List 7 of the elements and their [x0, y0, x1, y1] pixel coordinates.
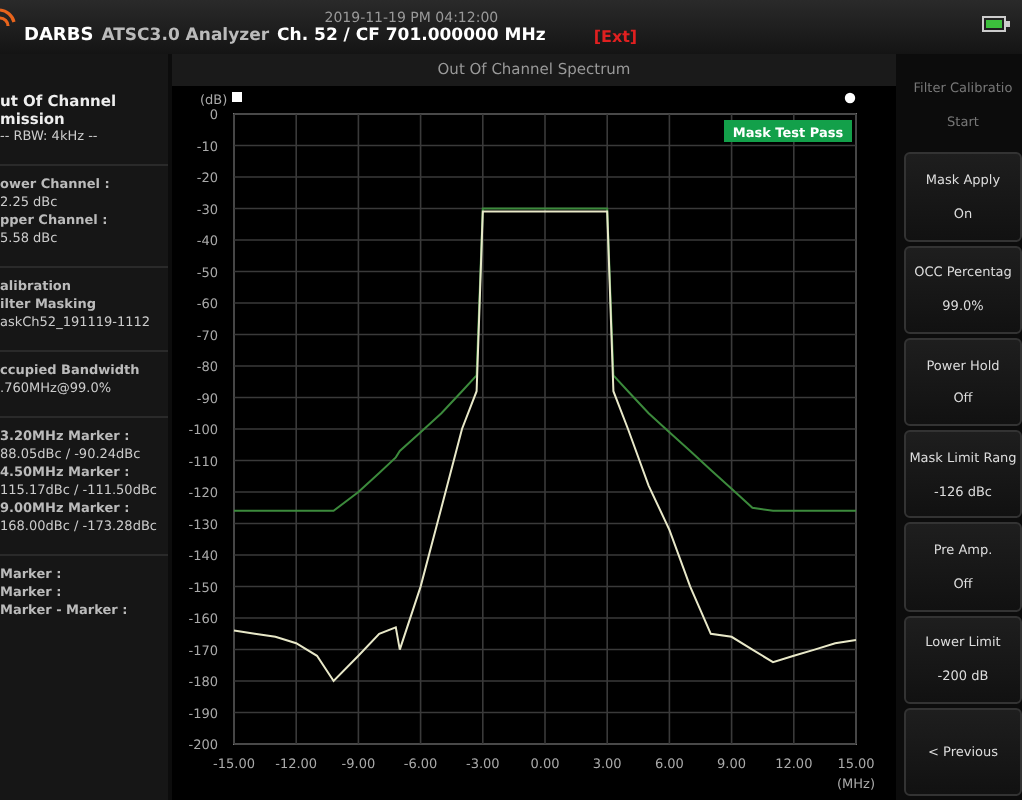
reference-label: [Ext]: [593, 28, 638, 46]
channel-info: Ch. 52 / CF 701.000000 MHz: [277, 26, 546, 46]
battery-icon: [982, 15, 1010, 31]
marker-dot-icon: [844, 92, 856, 104]
marker-square-icon: [232, 92, 242, 102]
brand-name: DARBS: [24, 26, 94, 46]
app-title: ATSC3.0 Analyzer: [101, 26, 270, 46]
